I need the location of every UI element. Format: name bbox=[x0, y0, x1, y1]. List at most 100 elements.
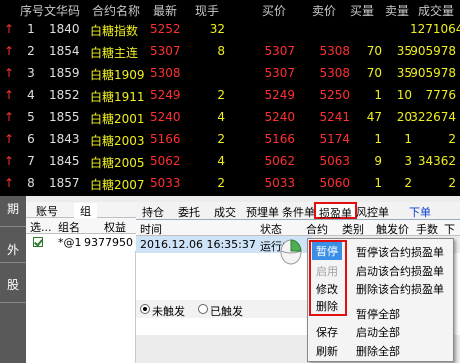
menu-refresh[interactable]: 刷新 bbox=[316, 343, 338, 359]
menu-pause-contract[interactable]: 暂停该合约损盈单 bbox=[356, 244, 444, 260]
quote-row[interactable]: ↑ 7 1845 白糖2005 5062 4 5062 5063 9 3 34362 bbox=[0, 150, 460, 172]
tab-orders[interactable]: 委托 bbox=[178, 204, 200, 220]
row-vol: 4 bbox=[217, 110, 225, 124]
account-list-body bbox=[26, 251, 136, 363]
col-ask[interactable]: 卖价 bbox=[312, 2, 336, 19]
tab-positions[interactable]: 持仓 bbox=[142, 204, 164, 220]
col-last[interactable]: 最新 bbox=[153, 2, 177, 19]
row-ask: 5250 bbox=[319, 88, 350, 102]
tab-account[interactable]: 账号 bbox=[36, 203, 58, 219]
up-arrow-icon: ↑ bbox=[4, 176, 15, 190]
row-bid-qty: 1 bbox=[374, 176, 382, 190]
menu-delete-all[interactable]: 删除全部 bbox=[356, 343, 400, 359]
menu-delete-contract[interactable]: 删除该合约损盈单 bbox=[356, 281, 444, 297]
account-columns: 选... 组名 权益 bbox=[26, 218, 136, 234]
group-name-value: *@1 bbox=[58, 236, 82, 249]
quote-header: 序号 文华码 合约名称 最新 现手 买价 卖价 买量 卖量 成交量 bbox=[0, 0, 460, 18]
row-ask-qty: 35 bbox=[396, 66, 412, 80]
tab-stop-profit[interactable]: 损盈单 bbox=[314, 202, 357, 220]
col-select[interactable]: 选... bbox=[30, 219, 52, 235]
quote-row[interactable]: ↑ 5 1855 白糖2001 5240 4 5240 5241 47 20 322674 bbox=[0, 106, 460, 128]
menu-start-contract[interactable]: 启动该合约损盈单 bbox=[356, 263, 444, 279]
radio-triggered[interactable] bbox=[198, 304, 208, 314]
row-code: 1857 bbox=[49, 176, 80, 190]
col-lots[interactable]: 手数 bbox=[416, 221, 438, 237]
col-total[interactable]: 成交量 bbox=[418, 2, 454, 19]
col-category[interactable]: 类别 bbox=[342, 221, 364, 237]
row-idx: 4 bbox=[27, 88, 35, 102]
row-idx: 6 bbox=[27, 132, 35, 146]
col-time[interactable]: 时间 bbox=[140, 221, 162, 237]
order-tabs: 持仓 委托 成交 预埋单 条件单 损盈单 风控单 下单 bbox=[136, 202, 460, 220]
row-bid-qty: 9 bbox=[374, 154, 382, 168]
row-name: 白糖2005 bbox=[90, 156, 145, 170]
row-last: 5252 bbox=[150, 22, 181, 36]
tab-risk[interactable]: 风控单 bbox=[356, 204, 389, 220]
col-bid[interactable]: 买价 bbox=[262, 2, 286, 19]
side-label-foreign[interactable]: 外 bbox=[7, 241, 19, 258]
col-rights[interactable]: 权益 bbox=[104, 219, 126, 235]
side-label-futures[interactable]: 期 bbox=[7, 200, 19, 217]
col-more[interactable]: 下 bbox=[444, 221, 455, 237]
row-name: 白糖2007 bbox=[90, 178, 145, 192]
up-arrow-icon: ↑ bbox=[4, 154, 15, 168]
col-code[interactable]: 文华码 bbox=[44, 2, 80, 19]
row-last: 5062 bbox=[150, 154, 181, 168]
quote-row[interactable]: ↑ 3 1859 白糖1909 5308 5307 5308 70 35 905978 bbox=[0, 62, 460, 84]
col-contract[interactable]: 合约 bbox=[306, 221, 328, 237]
col-status[interactable]: 状态 bbox=[260, 221, 282, 237]
tab-group[interactable]: 组 bbox=[74, 203, 97, 219]
col-name[interactable]: 合约名称 bbox=[92, 2, 140, 19]
row-code: 1859 bbox=[49, 66, 80, 80]
row-ask-qty: 2 bbox=[404, 176, 412, 190]
row-bid: 5033 bbox=[264, 176, 295, 190]
tab-place-order[interactable]: 下单 bbox=[409, 204, 431, 220]
col-bid-qty[interactable]: 买量 bbox=[350, 2, 374, 19]
quote-row[interactable]: ↑ 8 1857 白糖2007 5033 2 5033 5060 1 2 2 bbox=[0, 172, 460, 194]
row-last: 5249 bbox=[150, 88, 181, 102]
tab-preorders[interactable]: 预埋单 bbox=[246, 204, 279, 220]
row-ask-qty: 20 bbox=[396, 110, 412, 124]
account-row[interactable]: *@1 9377950 bbox=[26, 234, 136, 251]
menu-save[interactable]: 保存 bbox=[316, 324, 338, 340]
row-idx: 3 bbox=[27, 66, 35, 80]
quote-row[interactable]: ↑ 1 1840 白糖指数 5252 32 1271064 bbox=[0, 18, 460, 40]
col-trigger-price[interactable]: 触发价 bbox=[376, 221, 409, 237]
account-checkbox[interactable] bbox=[33, 237, 43, 247]
row-ask: 5063 bbox=[319, 154, 350, 168]
row-ask-qty: 35 bbox=[396, 44, 412, 58]
menu-pause-all[interactable]: 暂停全部 bbox=[356, 306, 400, 322]
row-name: 白糖2001 bbox=[90, 112, 145, 126]
col-ask-qty[interactable]: 卖量 bbox=[385, 2, 409, 19]
row-ask: 5308 bbox=[319, 44, 350, 58]
col-vol[interactable]: 现手 bbox=[195, 2, 219, 19]
row-total: 905978 bbox=[410, 66, 456, 80]
menu-start-all[interactable]: 启动全部 bbox=[356, 324, 400, 340]
row-code: 1855 bbox=[49, 110, 80, 124]
col-idx[interactable]: 序号 bbox=[20, 2, 44, 19]
row-vol: 2 bbox=[217, 88, 225, 102]
row-last: 5308 bbox=[150, 66, 181, 80]
row-bid-qty: 47 bbox=[366, 110, 382, 124]
row-bid: 5240 bbox=[264, 110, 295, 124]
tab-conditional[interactable]: 条件单 bbox=[282, 204, 315, 220]
up-arrow-icon: ↑ bbox=[4, 44, 15, 58]
row-vol: 32 bbox=[209, 22, 225, 36]
row-ask-qty: 3 bbox=[404, 154, 412, 168]
col-group-name[interactable]: 组名 bbox=[58, 219, 80, 235]
row-ask-qty: 10 bbox=[396, 88, 412, 102]
quote-row[interactable]: ↑ 2 1854 白糖主连 5307 8 5307 5308 70 35 905978 bbox=[0, 40, 460, 62]
row-name: 白糖1909 bbox=[90, 68, 145, 82]
tab-trades[interactable]: 成交 bbox=[214, 204, 236, 220]
side-label-stock[interactable]: 股 bbox=[7, 276, 19, 293]
row-idx: 5 bbox=[27, 110, 35, 124]
radio-untriggered[interactable] bbox=[140, 304, 150, 314]
up-arrow-icon: ↑ bbox=[4, 110, 15, 124]
quote-row[interactable]: ↑ 6 1843 白糖2003 5166 2 5166 5174 1 1 2 bbox=[0, 128, 460, 150]
row-ask: 5060 bbox=[319, 176, 350, 190]
row-code: 1845 bbox=[49, 154, 80, 168]
quote-row[interactable]: ↑ 4 1852 白糖1911 5249 2 5249 5250 1 10 7776 bbox=[0, 84, 460, 106]
up-arrow-icon: ↑ bbox=[4, 22, 15, 36]
row-code: 1852 bbox=[49, 88, 80, 102]
row-code: 1840 bbox=[49, 22, 80, 36]
